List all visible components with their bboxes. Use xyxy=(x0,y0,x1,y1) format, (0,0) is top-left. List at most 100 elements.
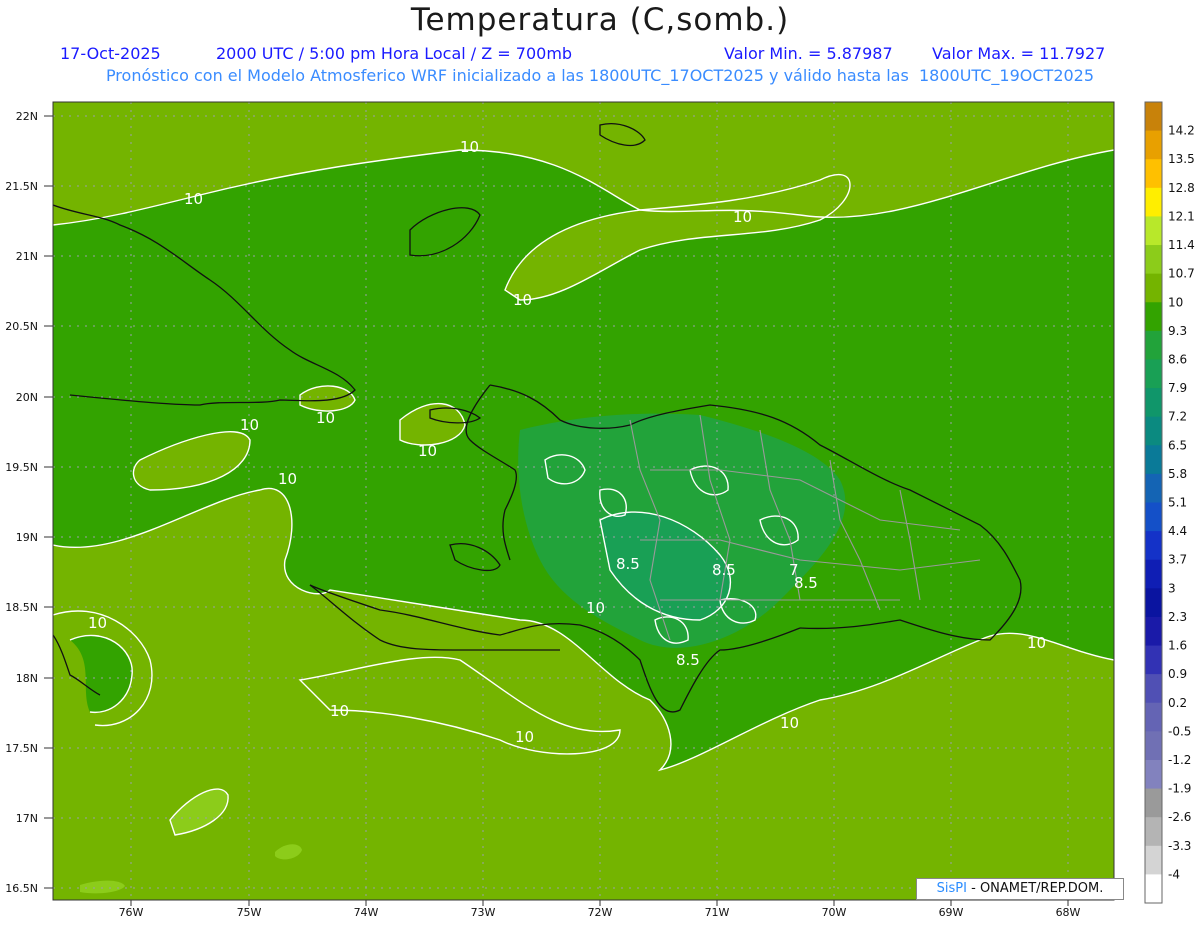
colorbar-swatch xyxy=(1145,130,1162,160)
contour-label: 10 xyxy=(513,291,532,309)
colorbar-label: 10 xyxy=(1168,295,1183,309)
colorbar-label: -4 xyxy=(1168,867,1180,881)
colorbar-label: 0.2 xyxy=(1168,696,1187,710)
credit-box: SisPI - ONAMET/REP.DOM. xyxy=(916,878,1124,900)
contour-label: 8.5 xyxy=(616,555,640,573)
colorbar-label: 7.9 xyxy=(1168,381,1187,395)
colorbar-swatch xyxy=(1145,502,1162,532)
lat-label: 16.5N xyxy=(5,882,38,895)
colorbar-label: 1.6 xyxy=(1168,639,1187,653)
colorbar-swatch xyxy=(1145,731,1162,761)
contour-label: 10 xyxy=(418,442,437,460)
colorbar-swatch xyxy=(1145,559,1162,589)
lat-label: 21.5N xyxy=(5,180,38,193)
lat-label: 18.5N xyxy=(5,601,38,614)
colorbar-label: 14.2 xyxy=(1168,124,1195,138)
contour-label: 10 xyxy=(330,702,349,720)
contour-label: 10 xyxy=(515,728,534,746)
colorbar-label: -0.5 xyxy=(1168,724,1191,738)
lat-label: 21N xyxy=(16,250,38,263)
lon-label: 72W xyxy=(588,906,613,919)
contour-label: 10 xyxy=(1027,634,1046,652)
lon-label: 71W xyxy=(705,906,730,919)
colorbar-label: 2.3 xyxy=(1168,610,1187,624)
lat-label: 22N xyxy=(16,110,38,123)
lon-axis: 76W 75W 74W 73W 72W 71W 70W 69W 68W xyxy=(119,900,1081,919)
lon-label: 68W xyxy=(1056,906,1081,919)
colorbar-swatch xyxy=(1145,445,1162,475)
colorbar-swatch xyxy=(1145,359,1162,389)
colorbar-swatch xyxy=(1145,874,1162,904)
colorbar-swatch xyxy=(1145,245,1162,275)
colorbar-label: 7.2 xyxy=(1168,410,1187,424)
colorbar-label: 5.8 xyxy=(1168,467,1187,481)
colorbar-label: 8.6 xyxy=(1168,352,1187,366)
colorbar-swatch xyxy=(1145,102,1162,132)
colorbar-label: 11.4 xyxy=(1168,238,1195,252)
lat-label: 19.5N xyxy=(5,461,38,474)
colorbar-swatch xyxy=(1145,788,1162,818)
colorbar-swatch xyxy=(1145,759,1162,790)
lon-label: 73W xyxy=(471,906,496,919)
lon-label: 69W xyxy=(939,906,964,919)
lon-label: 70W xyxy=(822,906,847,919)
colorbar-label: 6.5 xyxy=(1168,438,1187,452)
colorbar-swatch xyxy=(1145,616,1162,647)
contour-label: 8.5 xyxy=(712,561,736,579)
colorbar-label: 9.3 xyxy=(1168,324,1187,338)
contour-label: 8.5 xyxy=(794,574,818,592)
colorbar-swatch xyxy=(1145,817,1162,847)
lon-label: 76W xyxy=(119,906,144,919)
colorbar-swatch xyxy=(1145,473,1162,503)
colorbar-swatch xyxy=(1145,674,1162,704)
colorbar-label: -1.2 xyxy=(1168,753,1191,767)
colorbar-label: 13.5 xyxy=(1168,152,1195,166)
contour-label: 10 xyxy=(733,208,752,226)
colorbar-label: 4.4 xyxy=(1168,524,1187,538)
contour-label: 10 xyxy=(240,416,259,434)
contour-label: 10 xyxy=(316,409,335,427)
colorbar-swatch xyxy=(1145,330,1162,360)
colorbar: 14.2 13.5 12.8 12.1 11.4 10.7 10 9.3 8.6 7.9 7.2 6.… xyxy=(1144,101,1195,904)
colorbar-label: -1.9 xyxy=(1168,782,1191,796)
colorbar-swatch xyxy=(1145,702,1162,732)
lat-axis: 22N 21.5N 21N 20.5N 20N 19.5N 19N 18.5N … xyxy=(5,110,53,895)
lat-label: 19N xyxy=(16,531,38,544)
colorbar-label: 12.1 xyxy=(1168,209,1195,223)
contour-label: 10 xyxy=(88,614,107,632)
lat-label: 20N xyxy=(16,391,38,404)
contour-label: 10 xyxy=(184,190,203,208)
colorbar-swatch xyxy=(1145,531,1162,561)
contour-label: 10 xyxy=(278,470,297,488)
contour-label: 10 xyxy=(780,714,799,732)
colorbar-swatch xyxy=(1145,159,1162,189)
colorbar-label: 0.9 xyxy=(1168,667,1187,681)
colorbar-label: 5.1 xyxy=(1168,496,1187,510)
colorbar-swatch xyxy=(1145,216,1162,246)
colorbar-swatch xyxy=(1145,645,1162,675)
colorbar-swatch xyxy=(1145,845,1162,875)
colorbar-label: 3 xyxy=(1168,581,1176,595)
credit-text: - ONAMET/REP.DOM. xyxy=(966,881,1104,896)
colorbar-swatch xyxy=(1145,388,1162,418)
colorbar-label: -2.6 xyxy=(1168,810,1191,824)
lat-label: 17N xyxy=(16,812,38,825)
colorbar-swatch xyxy=(1145,588,1162,618)
lat-label: 17.5N xyxy=(5,742,38,755)
contour-label: 10 xyxy=(460,138,479,156)
colorbar-swatch xyxy=(1145,302,1162,332)
map-figure: 10 10 10 10 10 10 10 10 10 10 10 10 10 1… xyxy=(5,101,1195,919)
colorbar-label: -3.3 xyxy=(1168,839,1191,853)
lon-label: 75W xyxy=(237,906,262,919)
credit-brand: SisPI xyxy=(936,881,967,896)
lat-label: 18N xyxy=(16,672,38,685)
lon-label: 74W xyxy=(354,906,379,919)
lat-label: 20.5N xyxy=(5,320,38,333)
colorbar-label: 10.7 xyxy=(1168,267,1195,281)
contour-label: 10 xyxy=(586,599,605,617)
colorbar-swatch xyxy=(1145,273,1162,303)
colorbar-swatch xyxy=(1145,416,1162,446)
colorbar-label: 3.7 xyxy=(1168,553,1187,567)
contour-label: 8.5 xyxy=(676,651,700,669)
colorbar-label: 12.8 xyxy=(1168,181,1195,195)
